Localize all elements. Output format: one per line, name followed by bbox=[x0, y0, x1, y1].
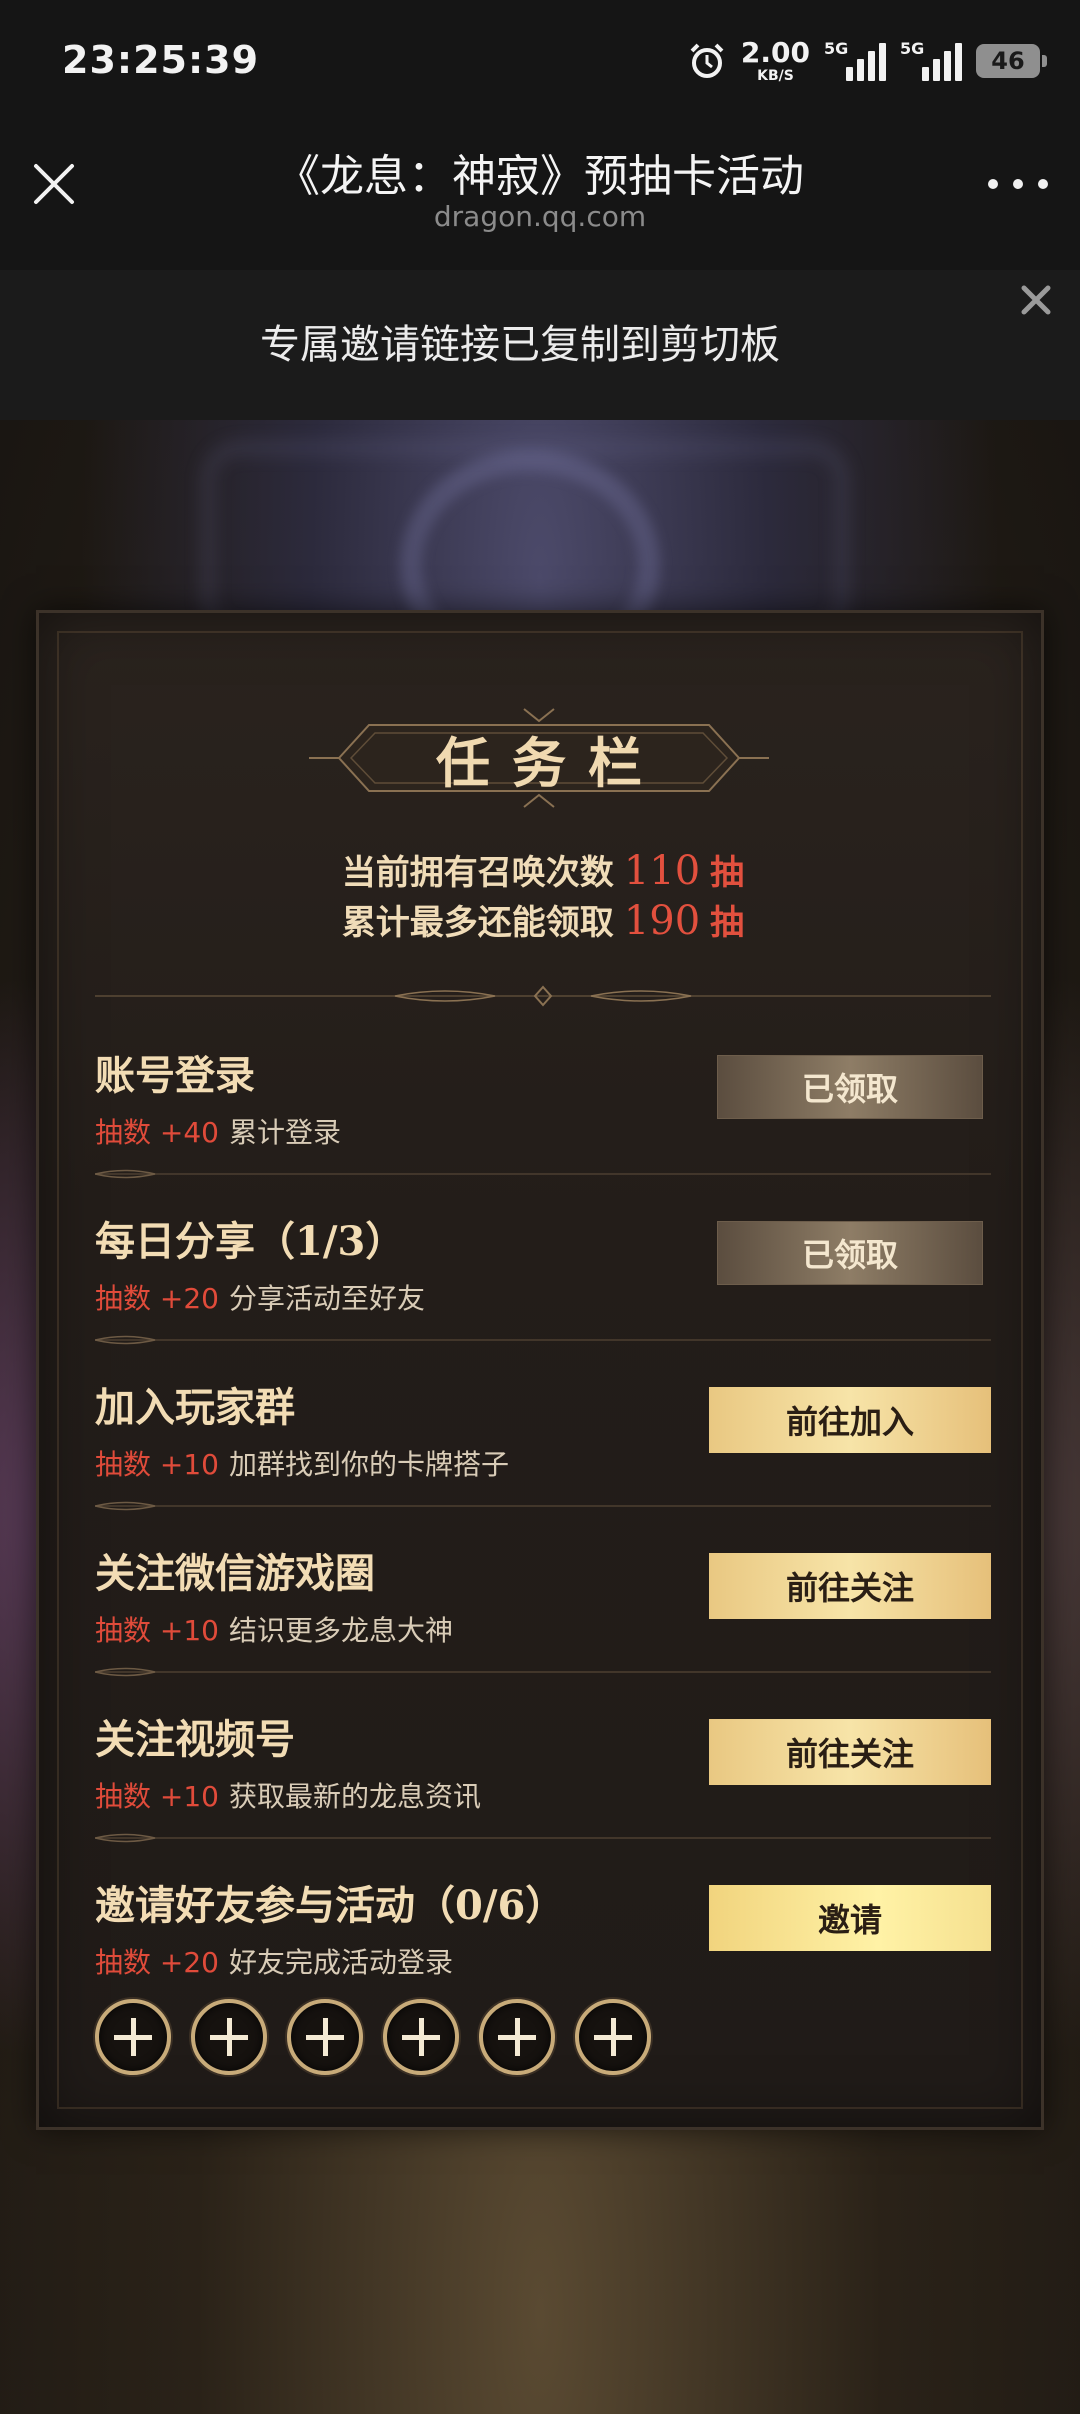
summary-remaining-label: 累计最多还能领取 bbox=[341, 903, 614, 943]
row-divider bbox=[95, 1667, 991, 1677]
task-points: 抽数 +20 bbox=[95, 1282, 219, 1315]
sim1-label: 5G bbox=[824, 39, 849, 58]
sim2-label: 5G bbox=[900, 39, 925, 58]
task-desc: 分享活动至好友 bbox=[229, 1282, 426, 1315]
task-desc: 获取最新的龙息资讯 bbox=[229, 1780, 482, 1813]
task-row-login: 账号登录 抽数 +40 累计登录 已领取 bbox=[95, 1015, 991, 1181]
add-friend-slot-icon[interactable] bbox=[191, 1999, 267, 2075]
add-friend-slot-icon[interactable] bbox=[575, 1999, 651, 2075]
task-desc: 好友完成活动登录 bbox=[229, 1946, 454, 1979]
network-speed-unit: KB/S bbox=[757, 68, 794, 84]
task-reward: 抽数 +10 加群找到你的卡牌搭子 bbox=[95, 1443, 509, 1483]
task-title: 账号登录 bbox=[95, 1052, 255, 1099]
add-friend-slot-icon[interactable] bbox=[383, 1999, 459, 2075]
summary-remaining-unit: 抽 bbox=[710, 903, 745, 943]
page-domain: dragon.qq.com bbox=[433, 200, 647, 233]
task-points: 抽数 +40 bbox=[95, 1116, 219, 1149]
network-speed: 2.00 KB/S bbox=[740, 36, 810, 84]
task-points: 抽数 +10 bbox=[95, 1448, 219, 1481]
page-title: 《龙息：神寂》预抽卡活动 bbox=[276, 151, 804, 202]
alarm-icon bbox=[690, 43, 724, 78]
task-row-join-group: 加入玩家群 抽数 +10 加群找到你的卡牌搭子 前往加入 bbox=[95, 1347, 991, 1513]
join-group-button[interactable]: 前往加入 bbox=[709, 1387, 991, 1453]
nav-bar: 《龙息：神寂》预抽卡活动 dragon.qq.com bbox=[0, 120, 1080, 270]
task-row-follow-circle: 关注微信游戏圈 抽数 +10 结识更多龙息大神 前往关注 bbox=[95, 1513, 991, 1679]
toast-banner: 专属邀请链接已复制到剪切板 bbox=[0, 270, 1080, 420]
task-points: 抽数 +10 bbox=[95, 1780, 219, 1813]
task-points: 抽数 +20 bbox=[95, 1946, 219, 1979]
task-reward: 抽数 +20 分享活动至好友 bbox=[95, 1277, 425, 1317]
follow-circle-button[interactable]: 前往关注 bbox=[709, 1553, 991, 1619]
task-desc: 累计登录 bbox=[229, 1116, 342, 1149]
toast-close-icon[interactable] bbox=[1014, 278, 1058, 322]
task-reward: 抽数 +20 好友完成活动登录 bbox=[95, 1941, 453, 1981]
invite-button[interactable]: 邀请 bbox=[709, 1885, 991, 1951]
summary-current-unit: 抽 bbox=[710, 853, 745, 893]
add-friend-slot-icon[interactable] bbox=[479, 1999, 555, 2075]
task-title: 邀请好友参与活动（0/6） bbox=[95, 1882, 566, 1929]
task-title: 每日分享（1/3） bbox=[95, 1218, 406, 1265]
summary-current-label: 当前拥有召唤次数 bbox=[341, 853, 614, 893]
invite-slots bbox=[95, 1999, 651, 2075]
status-icons: 2.00 KB/S 5G 5G 46 bbox=[687, 36, 1047, 86]
battery-icon: 46 bbox=[976, 44, 1047, 78]
row-divider bbox=[95, 1169, 991, 1179]
status-time: 23:25:39 bbox=[62, 38, 260, 82]
row-divider bbox=[95, 1501, 991, 1511]
task-desc: 结识更多龙息大神 bbox=[229, 1614, 454, 1647]
task-reward: 抽数 +10 结识更多龙息大神 bbox=[95, 1609, 453, 1649]
more-options-icon[interactable] bbox=[988, 174, 1048, 194]
add-friend-slot-icon[interactable] bbox=[287, 1999, 363, 2075]
task-row-daily-share: 每日分享（1/3） 抽数 +20 分享活动至好友 已领取 bbox=[95, 1181, 991, 1347]
network-speed-value: 2.00 bbox=[740, 36, 810, 69]
row-divider bbox=[95, 1833, 991, 1843]
ornament-divider bbox=[95, 985, 991, 1007]
task-panel: 任务栏 当前拥有召唤次数 110 抽 累计最多还能领取 190 抽 账号登录 抽数 +4… bbox=[36, 610, 1044, 2130]
add-friend-slot-icon[interactable] bbox=[95, 1999, 171, 2075]
panel-title-plaque: 任务栏 bbox=[309, 703, 769, 813]
signal-sim2-icon: 5G bbox=[900, 39, 962, 81]
follow-channel-button[interactable]: 前往关注 bbox=[709, 1719, 991, 1785]
panel-title: 任务栏 bbox=[436, 730, 664, 795]
task-points: 抽数 +10 bbox=[95, 1614, 219, 1647]
task-row-invite-friends: 邀请好友参与活动（0/6） 抽数 +20 好友完成活动登录 邀请 bbox=[95, 1845, 991, 2011]
battery-level: 46 bbox=[991, 47, 1025, 75]
task-row-follow-channel: 关注视频号 抽数 +10 获取最新的龙息资讯 前往关注 bbox=[95, 1679, 991, 1845]
toast-message: 专属邀请链接已复制到剪切板 bbox=[260, 322, 780, 368]
summary-current-value: 110 bbox=[623, 848, 701, 894]
task-title: 关注微信游戏圈 bbox=[95, 1550, 375, 1597]
claimed-button[interactable]: 已领取 bbox=[717, 1055, 983, 1119]
signal-sim1-icon: 5G bbox=[824, 39, 886, 81]
task-desc: 加群找到你的卡牌搭子 bbox=[229, 1448, 510, 1481]
row-divider bbox=[95, 1335, 991, 1345]
summary-current: 当前拥有召唤次数 110 抽 bbox=[39, 845, 1047, 894]
task-title: 关注视频号 bbox=[95, 1716, 295, 1763]
summary-remaining: 累计最多还能领取 190 抽 bbox=[39, 895, 1047, 944]
status-bar: 23:25:39 2.00 KB/S 5G 5G 46 bbox=[0, 0, 1080, 120]
task-reward: 抽数 +40 累计登录 bbox=[95, 1111, 341, 1151]
summary-remaining-value: 190 bbox=[623, 898, 701, 944]
task-reward: 抽数 +10 获取最新的龙息资讯 bbox=[95, 1775, 481, 1815]
task-title: 加入玩家群 bbox=[95, 1384, 295, 1431]
claimed-button[interactable]: 已领取 bbox=[717, 1221, 983, 1285]
